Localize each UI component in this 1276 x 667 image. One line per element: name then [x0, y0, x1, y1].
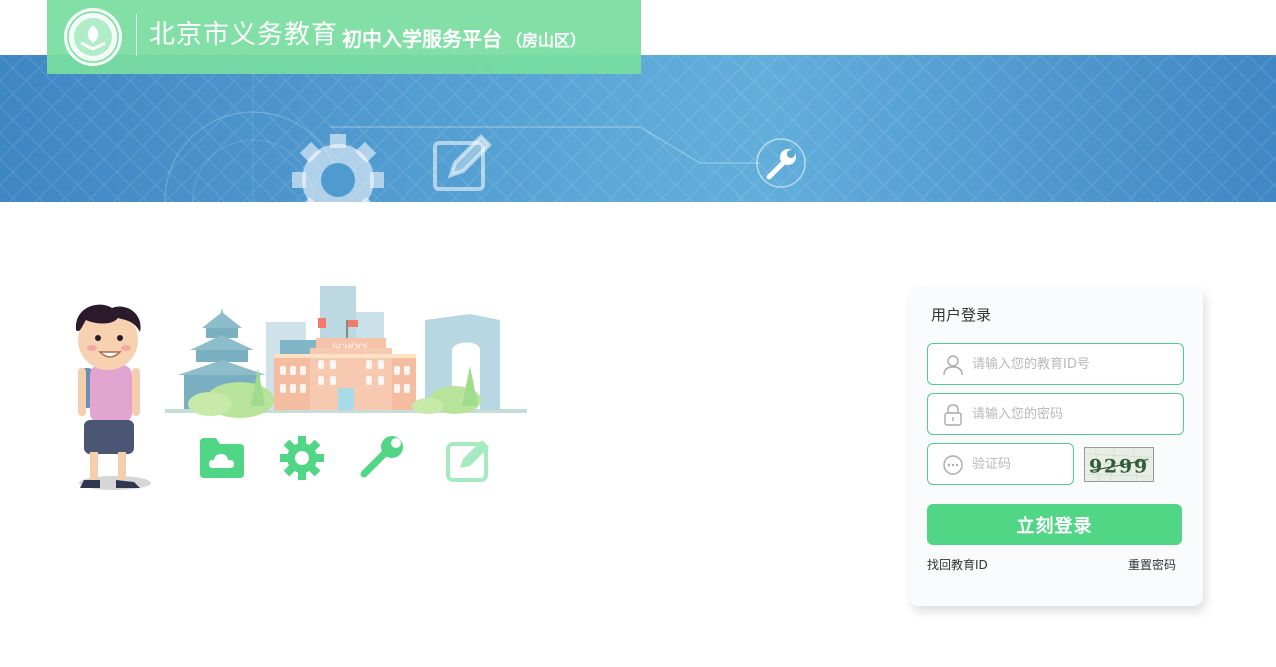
- forgot-id-link[interactable]: 找回教育ID: [927, 556, 988, 573]
- password-field[interactable]: [927, 393, 1184, 435]
- header-banner: [0, 55, 1276, 202]
- login-button[interactable]: 立刻登录: [927, 504, 1182, 545]
- edit-icon: [446, 440, 489, 482]
- banner-pattern: [0, 55, 1276, 202]
- user-icon: [943, 355, 963, 376]
- login-panel: 用户登录 9299 立刻登录 找回教育I: [909, 286, 1203, 606]
- wrench-icon: [360, 436, 403, 478]
- password-input[interactable]: [972, 403, 1172, 425]
- captcha-image[interactable]: 9299: [1084, 447, 1154, 482]
- username-field[interactable]: [927, 343, 1184, 385]
- chat-bubble-icon: [943, 455, 963, 475]
- site-brand: 北京市义务教育 初中入学服务平台 （房山区）: [47, 0, 641, 74]
- illustration-city: SCHOOL: [75, 286, 527, 490]
- login-title: 用户登录: [931, 306, 992, 324]
- platform-name: 初中入学服务平台: [342, 27, 502, 51]
- reset-password-link[interactable]: 重置密码: [1128, 556, 1176, 573]
- captcha-input[interactable]: [972, 453, 1067, 475]
- folder-cloud-icon: [200, 438, 244, 478]
- captcha-field[interactable]: [927, 443, 1074, 485]
- brand-divider: [136, 14, 137, 56]
- gear-icon: [280, 436, 324, 480]
- lock-icon: [944, 404, 962, 426]
- education-logo: [64, 8, 122, 66]
- district-name: （房山区）: [506, 31, 587, 50]
- captcha-text: 9299: [1089, 456, 1149, 478]
- site-title: 北京市义务教育: [149, 20, 339, 50]
- username-input[interactable]: [972, 353, 1172, 375]
- site-subtitle: 初中入学服务平台 （房山区）: [342, 24, 586, 56]
- boy-illustration: [75, 304, 151, 490]
